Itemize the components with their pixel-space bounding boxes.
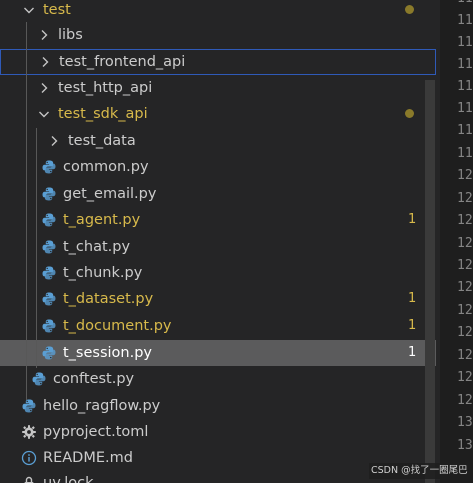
indent-guide — [26, 22, 27, 400]
line-number: 13 — [457, 438, 473, 453]
modified-dot-icon — [405, 109, 414, 118]
tree-item-test-frontend-api[interactable]: test_frontend_api — [0, 49, 436, 75]
python-file-icon — [41, 239, 57, 255]
tree-item-label: t_agent.py — [63, 212, 141, 228]
lock-icon — [21, 475, 37, 483]
tree-item-label: libs — [58, 27, 83, 43]
editor-line-number-gutter: 11 11 11 11 11 11 11 11 12 12 12 12 12 12 12 12 12 12 12 13… — [440, 0, 473, 483]
info-icon — [21, 450, 37, 466]
tree-item-common-py[interactable]: common.py — [0, 154, 436, 180]
tree-item-label: t_document.py — [63, 318, 172, 334]
tree-item-t-session-py[interactable]: t_session.py 1 — [0, 340, 436, 366]
chevron-right-icon[interactable] — [46, 133, 62, 149]
problem-count-badge: 1 — [408, 212, 417, 227]
tree-item-label: t_dataset.py — [63, 291, 154, 307]
line-number: 12 — [457, 348, 473, 363]
python-file-icon — [41, 265, 57, 281]
tree-item-label: hello_ragflow.py — [43, 398, 161, 414]
tree-item-libs[interactable]: libs — [0, 22, 436, 48]
tree-item-test-data[interactable]: test_data — [0, 128, 436, 154]
line-number: 12 — [457, 303, 473, 318]
line-number: 12 — [457, 325, 473, 340]
line-number: 12 — [457, 370, 473, 385]
explorer-scrollbar[interactable] — [425, 80, 435, 483]
python-file-icon — [41, 291, 57, 307]
line-number: 12 — [457, 213, 473, 228]
tree-item-label: common.py — [63, 159, 149, 175]
line-number: 12 — [457, 280, 473, 295]
line-number: 11 — [457, 13, 473, 28]
line-number: 12 — [457, 168, 473, 183]
modified-dot-icon — [405, 5, 414, 14]
indent-guide — [36, 128, 37, 368]
chevron-right-icon[interactable] — [36, 27, 52, 43]
python-file-icon — [41, 159, 57, 175]
watermark: CSDN @找了一圈尾巴 — [369, 463, 470, 479]
python-file-icon — [21, 398, 37, 414]
tree-item-label: conftest.py — [53, 371, 135, 387]
tree-item-test-sdk-api[interactable]: test_sdk_api — [0, 101, 436, 127]
line-number: 11 — [457, 79, 473, 94]
tree-item-hello-ragflow-py[interactable]: hello_ragflow.py — [0, 393, 436, 419]
tree-item-label: test_data — [68, 133, 136, 149]
line-number: 11 — [457, 146, 473, 161]
tree-item-label: test_http_api — [58, 80, 153, 96]
tree-item-label: t_chunk.py — [63, 265, 143, 281]
tree-item-t-dataset-py[interactable]: t_dataset.py 1 — [0, 286, 436, 312]
tree-item-label: t_session.py — [63, 345, 153, 361]
tree-item-label: t_chat.py — [63, 239, 131, 255]
tree-item-label: README.md — [43, 450, 133, 466]
tree-item-label: get_email.py — [63, 186, 157, 202]
tree-item-get-email-py[interactable]: get_email.py — [0, 181, 436, 207]
tree-item-test-http-api[interactable]: test_http_api — [0, 75, 436, 101]
python-file-icon — [31, 371, 47, 387]
line-number: 12 — [457, 191, 473, 206]
line-number: 12 — [457, 393, 473, 408]
line-number: 12 — [457, 258, 473, 273]
python-file-icon — [41, 186, 57, 202]
tree-item-t-document-py[interactable]: t_document.py 1 — [0, 313, 436, 339]
line-number: 11 — [457, 35, 473, 50]
tree-item-t-chunk-py[interactable]: t_chunk.py — [0, 260, 436, 286]
chevron-down-icon[interactable] — [36, 106, 52, 122]
tree-item-label: test — [43, 2, 71, 18]
file-explorer: test libs test_frontend_api test_http_apite… — [0, 0, 440, 483]
python-file-icon — [41, 212, 57, 228]
tree-item-label: uv.lock — [43, 475, 94, 483]
tree-item-label: test_frontend_api — [59, 54, 186, 70]
problem-count-badge: 1 — [408, 345, 417, 360]
problem-count-badge: 1 — [408, 318, 417, 333]
line-number: 12 — [457, 236, 473, 251]
line-number: 13 — [457, 415, 473, 430]
tree-item-test[interactable]: test — [0, 0, 436, 23]
chevron-right-icon[interactable] — [36, 80, 52, 96]
line-number: 11 — [457, 0, 473, 10]
tree-item-label: test_sdk_api — [58, 106, 148, 122]
tree-item-t-agent-py[interactable]: t_agent.py 1 — [0, 207, 436, 233]
chevron-down-icon[interactable] — [21, 2, 37, 18]
problem-count-badge: 1 — [408, 291, 417, 306]
tree-item-pyproject-toml[interactable]: pyproject.toml — [0, 419, 436, 445]
python-file-icon — [41, 318, 57, 334]
tree-item-conftest-py[interactable]: conftest.py — [0, 366, 436, 392]
line-number: 11 — [457, 123, 473, 138]
python-file-icon — [41, 345, 57, 361]
line-number: 11 — [457, 57, 473, 72]
line-number: 11 — [457, 101, 473, 116]
tree-item-label: pyproject.toml — [43, 424, 149, 440]
gear-icon — [21, 424, 37, 440]
chevron-right-icon[interactable] — [37, 54, 53, 70]
tree-item-t-chat-py[interactable]: t_chat.py — [0, 234, 436, 260]
